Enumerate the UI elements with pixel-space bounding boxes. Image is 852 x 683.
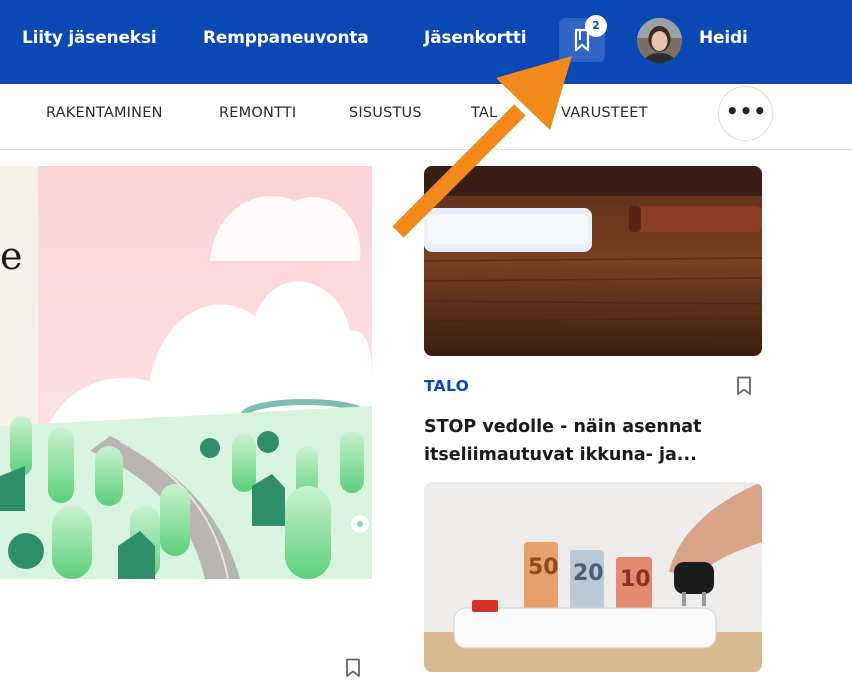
top-bar: Liity jäseneksi Remppaneuvonta Jäsenkort… — [0, 0, 852, 84]
article-title[interactable]: STOP vedolle - näin asennat itseliimautu… — [424, 413, 744, 469]
renovation-advice-link[interactable]: Remppaneuvonta — [203, 28, 369, 48]
nav-item-varusteet[interactable]: VARUSTEET — [561, 105, 648, 121]
hero-illustration[interactable]: e — [0, 166, 372, 579]
article-image-power-strip[interactable]: 50 20 10 — [424, 482, 762, 672]
svg-text:20: 20 — [573, 561, 604, 586]
user-avatar[interactable] — [637, 18, 682, 63]
nav-item-rakentaminen[interactable]: RAKENTAMINEN — [46, 105, 163, 121]
more-icon: ••• — [725, 99, 768, 123]
member-card-link[interactable]: Jäsenkortti — [424, 28, 527, 48]
hero-title-fragment: e — [0, 234, 23, 278]
article-image-window-seal[interactable] — [424, 166, 762, 356]
join-member-link[interactable]: Liity jäseneksi — [22, 28, 157, 48]
svg-text:50: 50 — [528, 555, 559, 580]
bookmark-icon[interactable] — [736, 376, 752, 396]
power-strip-photo: 50 20 10 — [424, 482, 762, 672]
user-name[interactable]: Heidi — [699, 28, 748, 48]
nav-item-sisustus[interactable]: SISUSTUS — [349, 105, 422, 121]
nav-item-talo[interactable]: TAL — [471, 105, 497, 121]
city-park-illustration — [0, 166, 372, 579]
bookmark-count-badge: 2 — [585, 15, 607, 37]
svg-text:10: 10 — [620, 567, 651, 592]
window-seal-photo — [424, 166, 762, 356]
nav-item-remontti[interactable]: REMONTTI — [219, 105, 296, 121]
more-categories-button[interactable]: ••• — [718, 86, 773, 141]
article-category[interactable]: TALO — [424, 377, 469, 395]
avatar-photo — [637, 18, 682, 63]
bookmark-icon[interactable] — [345, 658, 361, 678]
